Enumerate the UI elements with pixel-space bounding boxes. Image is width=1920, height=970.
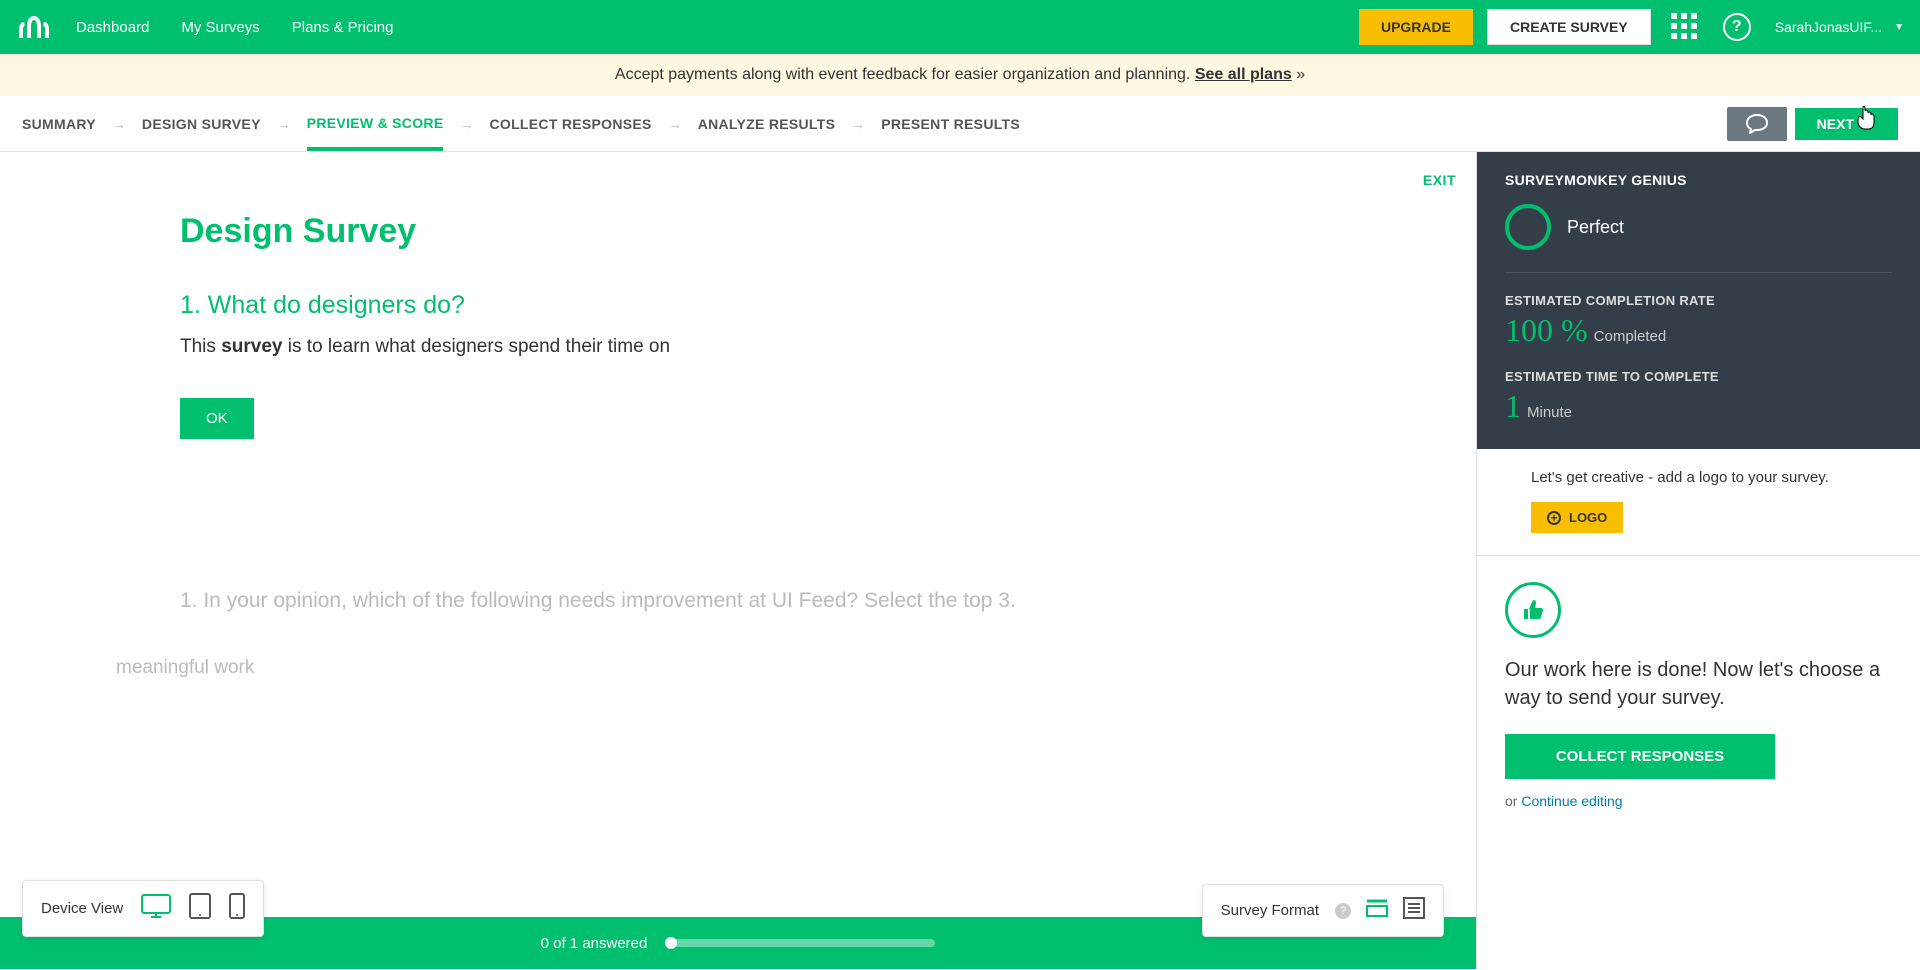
promo-text: Accept payments along with event feedbac… — [615, 66, 1195, 83]
progress-thumb — [665, 937, 677, 949]
user-menu[interactable]: SarahJonasUIF... ▼ — [1775, 19, 1904, 35]
step-analyze-results[interactable]: ANALYZE RESULTS — [698, 116, 836, 132]
step-preview-score[interactable]: PREVIEW & SCORE — [307, 115, 444, 151]
tablet-icon[interactable] — [189, 893, 211, 924]
thumbs-up-icon — [1520, 597, 1546, 623]
arrow-right-icon: → — [1862, 116, 1876, 132]
nav-plans-pricing[interactable]: Plans & Pricing — [292, 19, 394, 36]
completion-rate-suffix: Completed — [1594, 328, 1667, 345]
genius-panel: SURVEYMONKEY GENIUS Perfect ESTIMATED CO… — [1477, 152, 1920, 449]
surveymonkey-logo[interactable] — [16, 9, 52, 45]
classic-format-icon[interactable] — [1403, 897, 1425, 924]
completion-rate-value: 100 % — [1505, 312, 1588, 349]
question-1-description: This survey is to learn what designers s… — [180, 336, 1296, 358]
time-complete-suffix: Minute — [1527, 404, 1572, 421]
next-button[interactable]: NEXT → — [1795, 108, 1898, 140]
desktop-icon[interactable] — [141, 894, 171, 923]
see-all-plans-link[interactable]: See all plans — [1195, 66, 1292, 83]
collect-responses-button[interactable]: COLLECT RESPONSES — [1505, 734, 1775, 779]
completion-rate-label: ESTIMATED COMPLETION RATE — [1505, 293, 1892, 308]
step-design-survey[interactable]: DESIGN SURVEY — [142, 116, 261, 132]
step-collect-responses[interactable]: COLLECT RESPONSES — [489, 116, 651, 132]
nav-dashboard[interactable]: Dashboard — [76, 19, 149, 36]
one-question-format-icon[interactable] — [1365, 897, 1389, 924]
caret-down-icon: ▼ — [1894, 22, 1904, 33]
genius-title: SURVEYMONKEY GENIUS — [1505, 172, 1892, 188]
faded-question: 1. In your opinion, which of the followi… — [180, 589, 1296, 613]
step-arrow-icon: → — [851, 116, 865, 132]
step-summary[interactable]: SUMMARY — [22, 116, 96, 132]
step-arrow-icon: → — [277, 116, 291, 132]
survey-format-label: Survey Format — [1221, 902, 1319, 919]
step-present-results[interactable]: PRESENT RESULTS — [881, 116, 1020, 132]
step-arrow-icon: → — [112, 116, 126, 132]
ok-button[interactable]: OK — [180, 398, 254, 439]
progress-text: 0 of 1 answered — [541, 935, 648, 952]
time-complete-block: ESTIMATED TIME TO COMPLETE 1 Minute — [1505, 369, 1892, 425]
mobile-icon[interactable] — [229, 893, 245, 924]
promo-suffix: » — [1292, 66, 1305, 83]
comment-button[interactable] — [1727, 107, 1787, 141]
progress-track[interactable] — [665, 939, 935, 947]
speech-bubble-icon — [1746, 114, 1768, 134]
step-arrow-icon: → — [459, 116, 473, 132]
top-header: Dashboard My Surveys Plans & Pricing UPG… — [0, 0, 1920, 54]
time-complete-value: 1 — [1505, 388, 1521, 425]
create-survey-button[interactable]: CREATE SURVEY — [1487, 9, 1651, 45]
apps-grid-icon[interactable] — [1671, 13, 1699, 41]
question-1-title: 1. What do designers do? — [180, 291, 1296, 320]
help-icon[interactable]: ? — [1335, 903, 1351, 919]
device-view-label: Device View — [41, 900, 123, 917]
nav-my-surveys[interactable]: My Surveys — [181, 19, 259, 36]
promo-banner: Accept payments along with event feedbac… — [0, 54, 1920, 96]
survey-title: Design Survey — [180, 212, 1296, 251]
faded-option: meaningful work — [116, 657, 1476, 679]
done-panel: Our work here is done! Now let's choose … — [1477, 556, 1920, 835]
status-text: Perfect — [1567, 217, 1624, 238]
logo-tip-box: Let's get creative - add a logo to your … — [1477, 449, 1920, 556]
upgrade-button[interactable]: UPGRADE — [1359, 9, 1473, 45]
exit-link[interactable]: EXIT — [1423, 172, 1456, 188]
thumbs-up-circle — [1505, 582, 1561, 638]
device-view-panel: Device View — [22, 880, 264, 937]
step-arrow-icon: → — [668, 116, 682, 132]
time-complete-label: ESTIMATED TIME TO COMPLETE — [1505, 369, 1892, 384]
logo-btn-label: LOGO — [1569, 510, 1607, 525]
survey-format-panel: Survey Format ? — [1202, 884, 1444, 937]
survey-content: Design Survey 1. What do designers do? T… — [0, 152, 1476, 613]
user-name: SarahJonasUIF... — [1775, 19, 1882, 35]
help-icon[interactable]: ? — [1723, 13, 1751, 41]
continue-row: or Continue editing — [1505, 793, 1892, 809]
step-nav: SUMMARY → DESIGN SURVEY → PREVIEW & SCOR… — [0, 96, 1920, 152]
genius-status: Perfect — [1505, 204, 1892, 273]
done-text: Our work here is done! Now let's choose … — [1505, 656, 1892, 712]
next-label: NEXT — [1817, 116, 1854, 132]
preview-pane: EXIT Design Survey 1. What do designers … — [0, 152, 1476, 969]
completion-rate-block: ESTIMATED COMPLETION RATE 100 % Complete… — [1505, 293, 1892, 349]
tip-text: Let's get creative - add a logo to your … — [1531, 467, 1892, 488]
main-area: EXIT Design Survey 1. What do designers … — [0, 152, 1920, 969]
status-circle-icon — [1505, 204, 1551, 250]
nav-links: Dashboard My Surveys Plans & Pricing — [76, 19, 393, 36]
add-logo-button[interactable]: + LOGO — [1531, 502, 1623, 533]
genius-sidebar: SURVEYMONKEY GENIUS Perfect ESTIMATED CO… — [1476, 152, 1920, 969]
continue-editing-link[interactable]: Continue editing — [1521, 793, 1622, 809]
plus-circle-icon: + — [1547, 511, 1561, 525]
